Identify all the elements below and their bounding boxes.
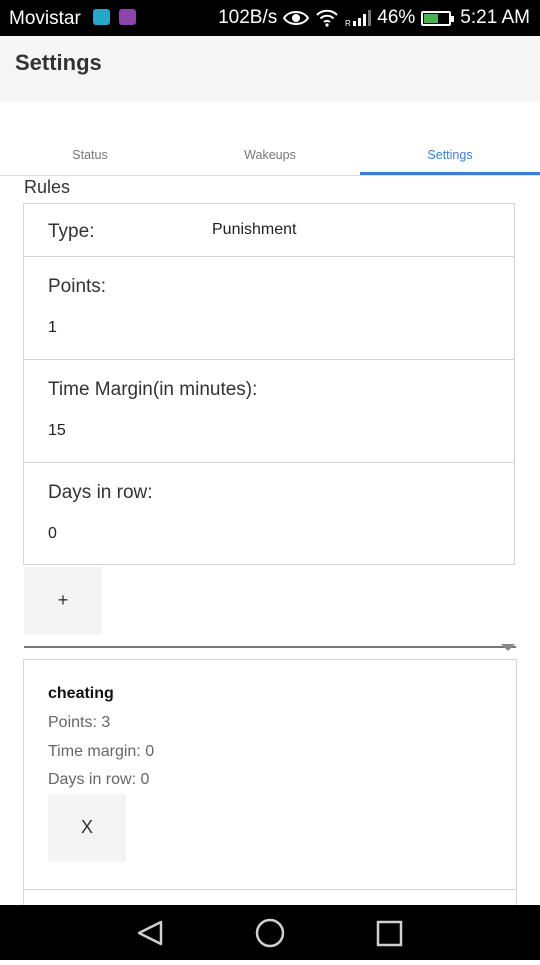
dropdown-arrow-icon[interactable]	[501, 644, 515, 651]
battery-icon	[421, 10, 455, 26]
svg-text:R: R	[345, 19, 351, 27]
add-rule-button[interactable]: +	[24, 567, 102, 635]
points-input[interactable]: 1	[48, 319, 57, 337]
eye-icon	[283, 11, 310, 25]
points-row: Points: 1	[24, 257, 514, 360]
margin-row: Time Margin(in minutes): 15	[24, 360, 514, 463]
tab-bar: Status Wakeups Settings	[0, 140, 540, 176]
days-row: Days in row: 0	[24, 463, 514, 565]
rules-form: Type: Punishment Points: 1 Time Margin(i…	[23, 203, 515, 565]
days-input[interactable]: 0	[48, 525, 57, 543]
rule-days: Days in row: 0	[48, 771, 150, 788]
clock: 5:21 AM	[460, 7, 530, 28]
page-title: Settings	[15, 50, 102, 75]
recents-icon[interactable]	[360, 905, 420, 960]
tab-settings[interactable]: Settings	[360, 140, 540, 173]
navigation-bar	[0, 905, 540, 960]
back-icon[interactable]	[120, 905, 180, 960]
list-divider	[24, 889, 516, 890]
type-row: Type: Punishment	[24, 204, 514, 257]
rule-list-item: cheating Points: 3 Time margin: 0 Days i…	[23, 659, 517, 909]
days-label: Days in row:	[48, 482, 153, 503]
remove-rule-button[interactable]: X	[48, 794, 126, 862]
rule-points: Points: 3	[48, 714, 111, 731]
status-indicators: 102B/s R 46% 5:21 AM	[218, 7, 530, 29]
home-icon[interactable]	[240, 905, 300, 960]
gallery-notification-icon	[119, 9, 136, 25]
app-notification-icon	[93, 9, 110, 25]
rule-name: cheating	[48, 685, 114, 702]
separator	[24, 646, 516, 648]
points-label: Points:	[48, 276, 107, 297]
signal-icon: R	[345, 10, 372, 27]
app-bar: Settings	[0, 36, 540, 102]
network-speed: 102B/s	[218, 7, 278, 28]
tab-status[interactable]: Status	[0, 140, 180, 173]
active-tab-indicator	[360, 172, 540, 175]
tab-wakeups[interactable]: Wakeups	[180, 140, 360, 173]
status-bar: Movistar 102B/s R 46% 5:21 AM	[0, 0, 540, 36]
type-select[interactable]: Punishment	[212, 221, 297, 239]
margin-label: Time Margin(in minutes):	[48, 379, 258, 400]
rule-margin: Time margin: 0	[48, 743, 155, 760]
margin-input[interactable]: 15	[48, 422, 66, 440]
type-label: Type:	[48, 221, 95, 242]
battery-percent: 46%	[377, 7, 416, 28]
wifi-icon	[316, 9, 338, 27]
carrier-name: Movistar	[9, 8, 81, 29]
rules-section-title: Rules	[24, 177, 71, 197]
